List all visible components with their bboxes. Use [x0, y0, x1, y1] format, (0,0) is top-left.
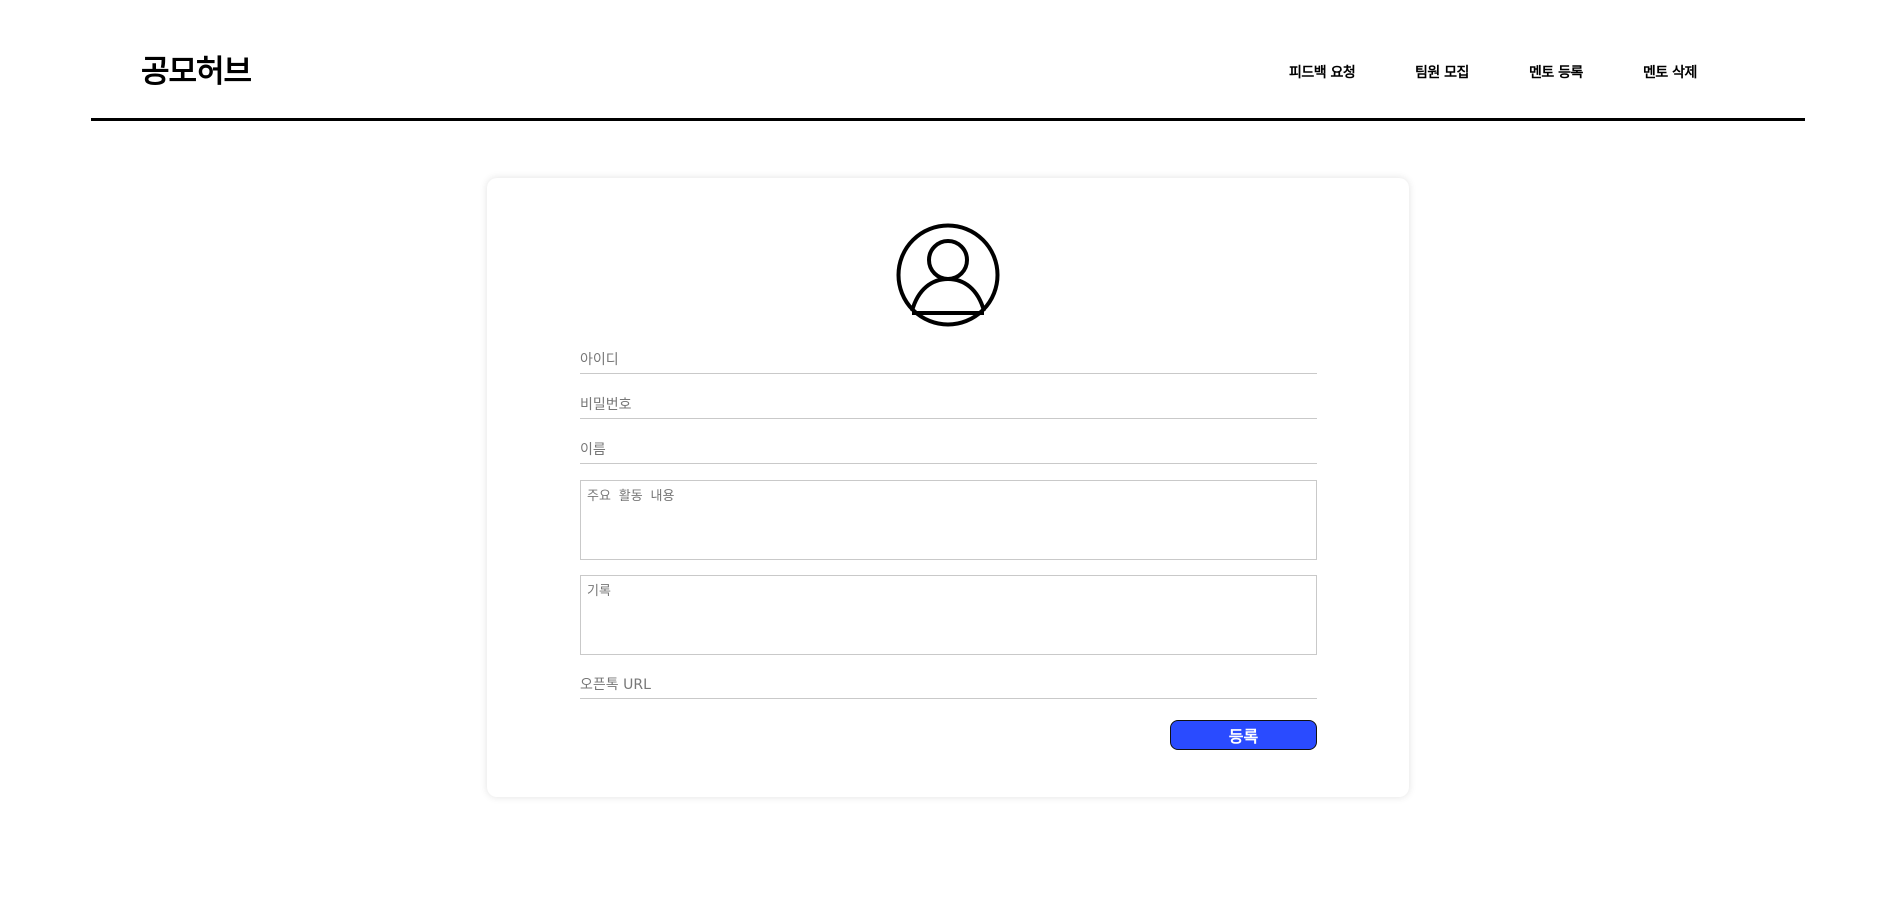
site-logo[interactable]: 공모허브: [141, 46, 252, 91]
main-activity-textarea[interactable]: [580, 480, 1317, 560]
register-button[interactable]: 등록: [1170, 720, 1317, 750]
nav-mentor-register[interactable]: 멘토 등록: [1529, 62, 1583, 82]
name-input[interactable]: [580, 440, 1317, 464]
nav-mentor-delete[interactable]: 멘토 삭제: [1643, 62, 1697, 82]
site-header: 공모허브 피드백 요청 팀원 모집 멘토 등록 멘토 삭제: [91, 0, 1805, 121]
openchat-url-input[interactable]: [580, 675, 1317, 699]
mentor-register-form: 등록: [487, 178, 1409, 797]
id-input[interactable]: [580, 350, 1317, 374]
record-textarea[interactable]: [580, 575, 1317, 655]
nav-feedback-request[interactable]: 피드백 요청: [1289, 62, 1356, 82]
password-input[interactable]: [580, 395, 1317, 419]
nav-team-recruit[interactable]: 팀원 모집: [1415, 62, 1469, 82]
user-circle-icon: [896, 223, 1000, 327]
